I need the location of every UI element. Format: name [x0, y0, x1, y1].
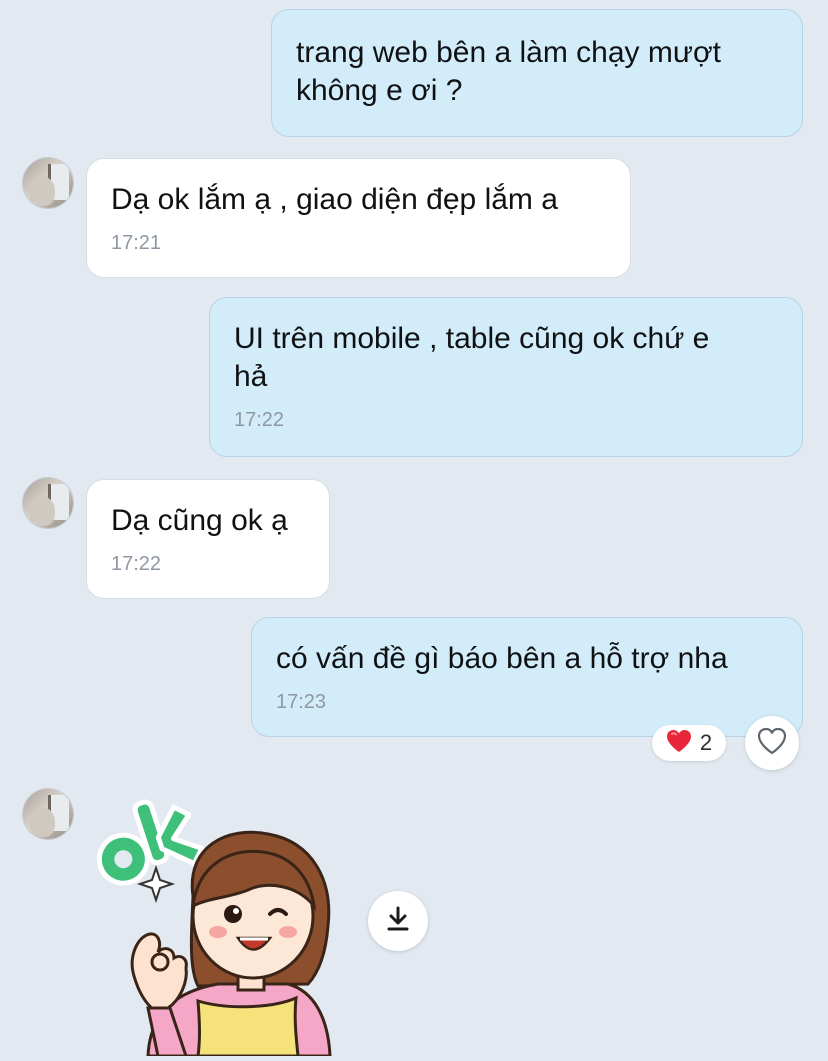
reaction-summary[interactable]: 2	[652, 725, 726, 761]
avatar[interactable]	[23, 789, 73, 839]
message-bubble-outgoing[interactable]: UI trên mobile , table cũng ok chứ e hả …	[209, 297, 803, 457]
message-bubble-incoming[interactable]: Dạ cũng ok ạ 17:22	[86, 479, 330, 599]
message-text: có vấn đề gì báo bên a hỗ trợ nha	[276, 642, 728, 675]
ok-girl-sticker[interactable]	[88, 786, 348, 1058]
heart-outline-icon	[757, 727, 787, 760]
ok-lettering	[96, 799, 205, 886]
message-text: trang web bên a làm chạy mượt không e ơi…	[296, 36, 721, 107]
reaction-count: 2	[699, 730, 713, 755]
message-bubble-outgoing[interactable]: trang web bên a làm chạy mượt không e ơi…	[271, 9, 803, 137]
heart-icon	[666, 729, 692, 758]
avatar[interactable]	[23, 158, 73, 208]
message-bubble-outgoing[interactable]: có vấn đề gì báo bên a hỗ trợ nha 17:23	[251, 617, 803, 737]
message-time: 17:22	[111, 553, 162, 575]
like-button[interactable]	[745, 716, 799, 770]
message-text: UI trên mobile , table cũng ok chứ e hả	[234, 322, 710, 393]
message-time: 17:22	[234, 409, 285, 431]
message-time: 17:21	[111, 232, 162, 254]
message-time: 17:23	[276, 691, 327, 713]
message-bubble-incoming[interactable]: Dạ ok lắm ạ , giao diện đẹp lắm a 17:21	[86, 158, 631, 278]
message-text: Dạ ok lắm ạ , giao diện đẹp lắm a	[111, 183, 558, 216]
avatar[interactable]	[23, 478, 73, 528]
message-text: Dạ cũng ok ạ	[111, 504, 288, 537]
download-icon	[384, 905, 412, 938]
download-button[interactable]	[368, 891, 428, 951]
